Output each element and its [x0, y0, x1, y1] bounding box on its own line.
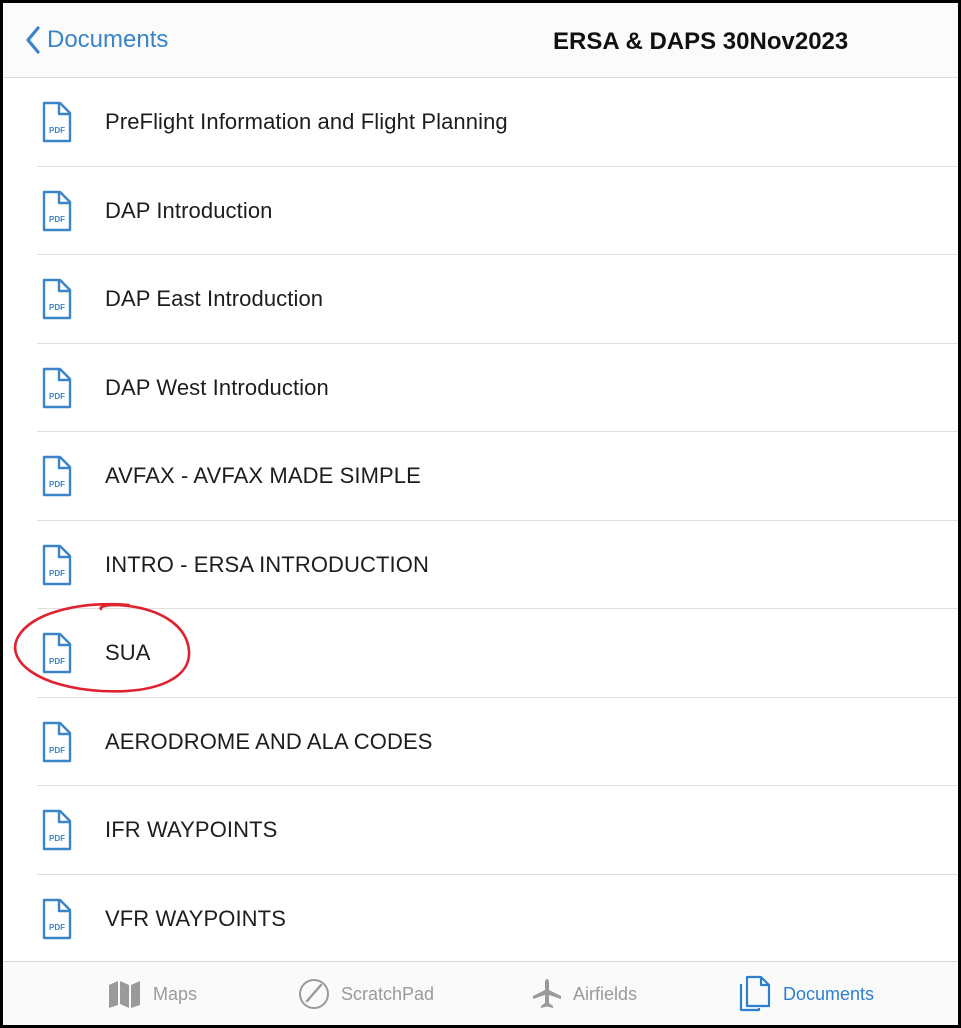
list-item-label: INTRO - ERSA INTRODUCTION [105, 551, 429, 577]
documents-icon [739, 975, 771, 1012]
map-icon [109, 981, 140, 1008]
tab-documents[interactable]: Documents [737, 962, 875, 1025]
list-item-label: AVFAX - AVFAX MADE SIMPLE [105, 463, 421, 489]
pdf-icon: PDF [41, 720, 73, 764]
tab-maps[interactable]: Maps [107, 962, 198, 1025]
svg-text:PDF: PDF [49, 834, 65, 843]
list-item-label: DAP West Introduction [105, 374, 329, 400]
list-item-label: AERODROME AND ALA CODES [105, 728, 433, 754]
tab-airfields[interactable]: Airfields [531, 962, 638, 1025]
pdf-icon: PDF [41, 808, 73, 852]
navigation-bar: Documents ERSA & DAPS 30Nov2023 [3, 3, 958, 78]
list-item-label: VFR WAYPOINTS [105, 905, 286, 931]
pdf-icon: PDF [41, 454, 73, 498]
svg-text:PDF: PDF [49, 215, 65, 224]
list-item-dap-introduction[interactable]: PDF DAP Introduction [3, 167, 958, 256]
svg-text:PDF: PDF [49, 569, 65, 578]
tab-label: ScratchPad [341, 983, 435, 1004]
tab-scratchpad[interactable]: ScratchPad [297, 962, 435, 1025]
list-item-label: IFR WAYPOINTS [105, 817, 278, 843]
pdf-icon: PDF [41, 543, 73, 587]
list-item-avfax[interactable]: PDF AVFAX - AVFAX MADE SIMPLE [3, 432, 958, 521]
svg-text:PDF: PDF [49, 657, 65, 666]
pdf-icon: PDF [41, 897, 73, 941]
list-item-dap-east[interactable]: PDF DAP East Introduction [3, 255, 958, 344]
pdf-icon: PDF [41, 100, 73, 144]
app-window: Documents ERSA & DAPS 30Nov2023 PDF PreF… [0, 0, 961, 1028]
list-item-label: DAP East Introduction [105, 286, 324, 312]
page-title: ERSA & DAPS 30Nov2023 [553, 28, 849, 55]
pdf-icon: PDF [41, 631, 73, 675]
list-item-sua[interactable]: PDF SUA [3, 609, 958, 698]
list-item-aerodrome-codes[interactable]: PDF AERODROME AND ALA CODES [3, 698, 958, 787]
back-button[interactable]: Documents [25, 26, 168, 54]
tab-label: Maps [153, 983, 198, 1004]
list-item-vfr-waypoints[interactable]: PDF VFR WAYPOINTS [3, 875, 958, 964]
svg-text:PDF: PDF [49, 480, 65, 489]
list-item-label: SUA [105, 640, 151, 666]
pdf-icon: PDF [41, 277, 73, 321]
pdf-icon: PDF [41, 189, 73, 233]
svg-text:PDF: PDF [49, 392, 65, 401]
svg-text:PDF: PDF [49, 746, 65, 755]
scratchpad-icon [299, 979, 329, 1009]
pdf-icon: PDF [41, 366, 73, 410]
svg-text:PDF: PDF [49, 303, 65, 312]
list-item-ifr-waypoints[interactable]: PDF IFR WAYPOINTS [3, 786, 958, 875]
airplane-icon [533, 979, 561, 1008]
list-item-label: PreFlight Information and Flight Plannin… [105, 109, 508, 135]
list-item-label: DAP Introduction [105, 197, 273, 223]
tab-label: Documents [783, 983, 875, 1004]
svg-text:PDF: PDF [49, 923, 65, 932]
list-item-ersa-intro[interactable]: PDF INTRO - ERSA INTRODUCTION [3, 521, 958, 610]
tab-bar: Maps ScratchPad Airfields Documents [3, 961, 958, 1025]
list-item-dap-west[interactable]: PDF DAP West Introduction [3, 344, 958, 433]
list-item-preflight[interactable]: PDF PreFlight Information and Flight Pla… [3, 78, 958, 167]
back-button-label[interactable]: Documents [47, 26, 168, 54]
tab-label: Airfields [573, 983, 638, 1004]
svg-text:PDF: PDF [49, 126, 65, 135]
document-list: PDF PreFlight Information and Flight Pla… [3, 78, 958, 963]
chevron-left-icon [26, 26, 40, 54]
